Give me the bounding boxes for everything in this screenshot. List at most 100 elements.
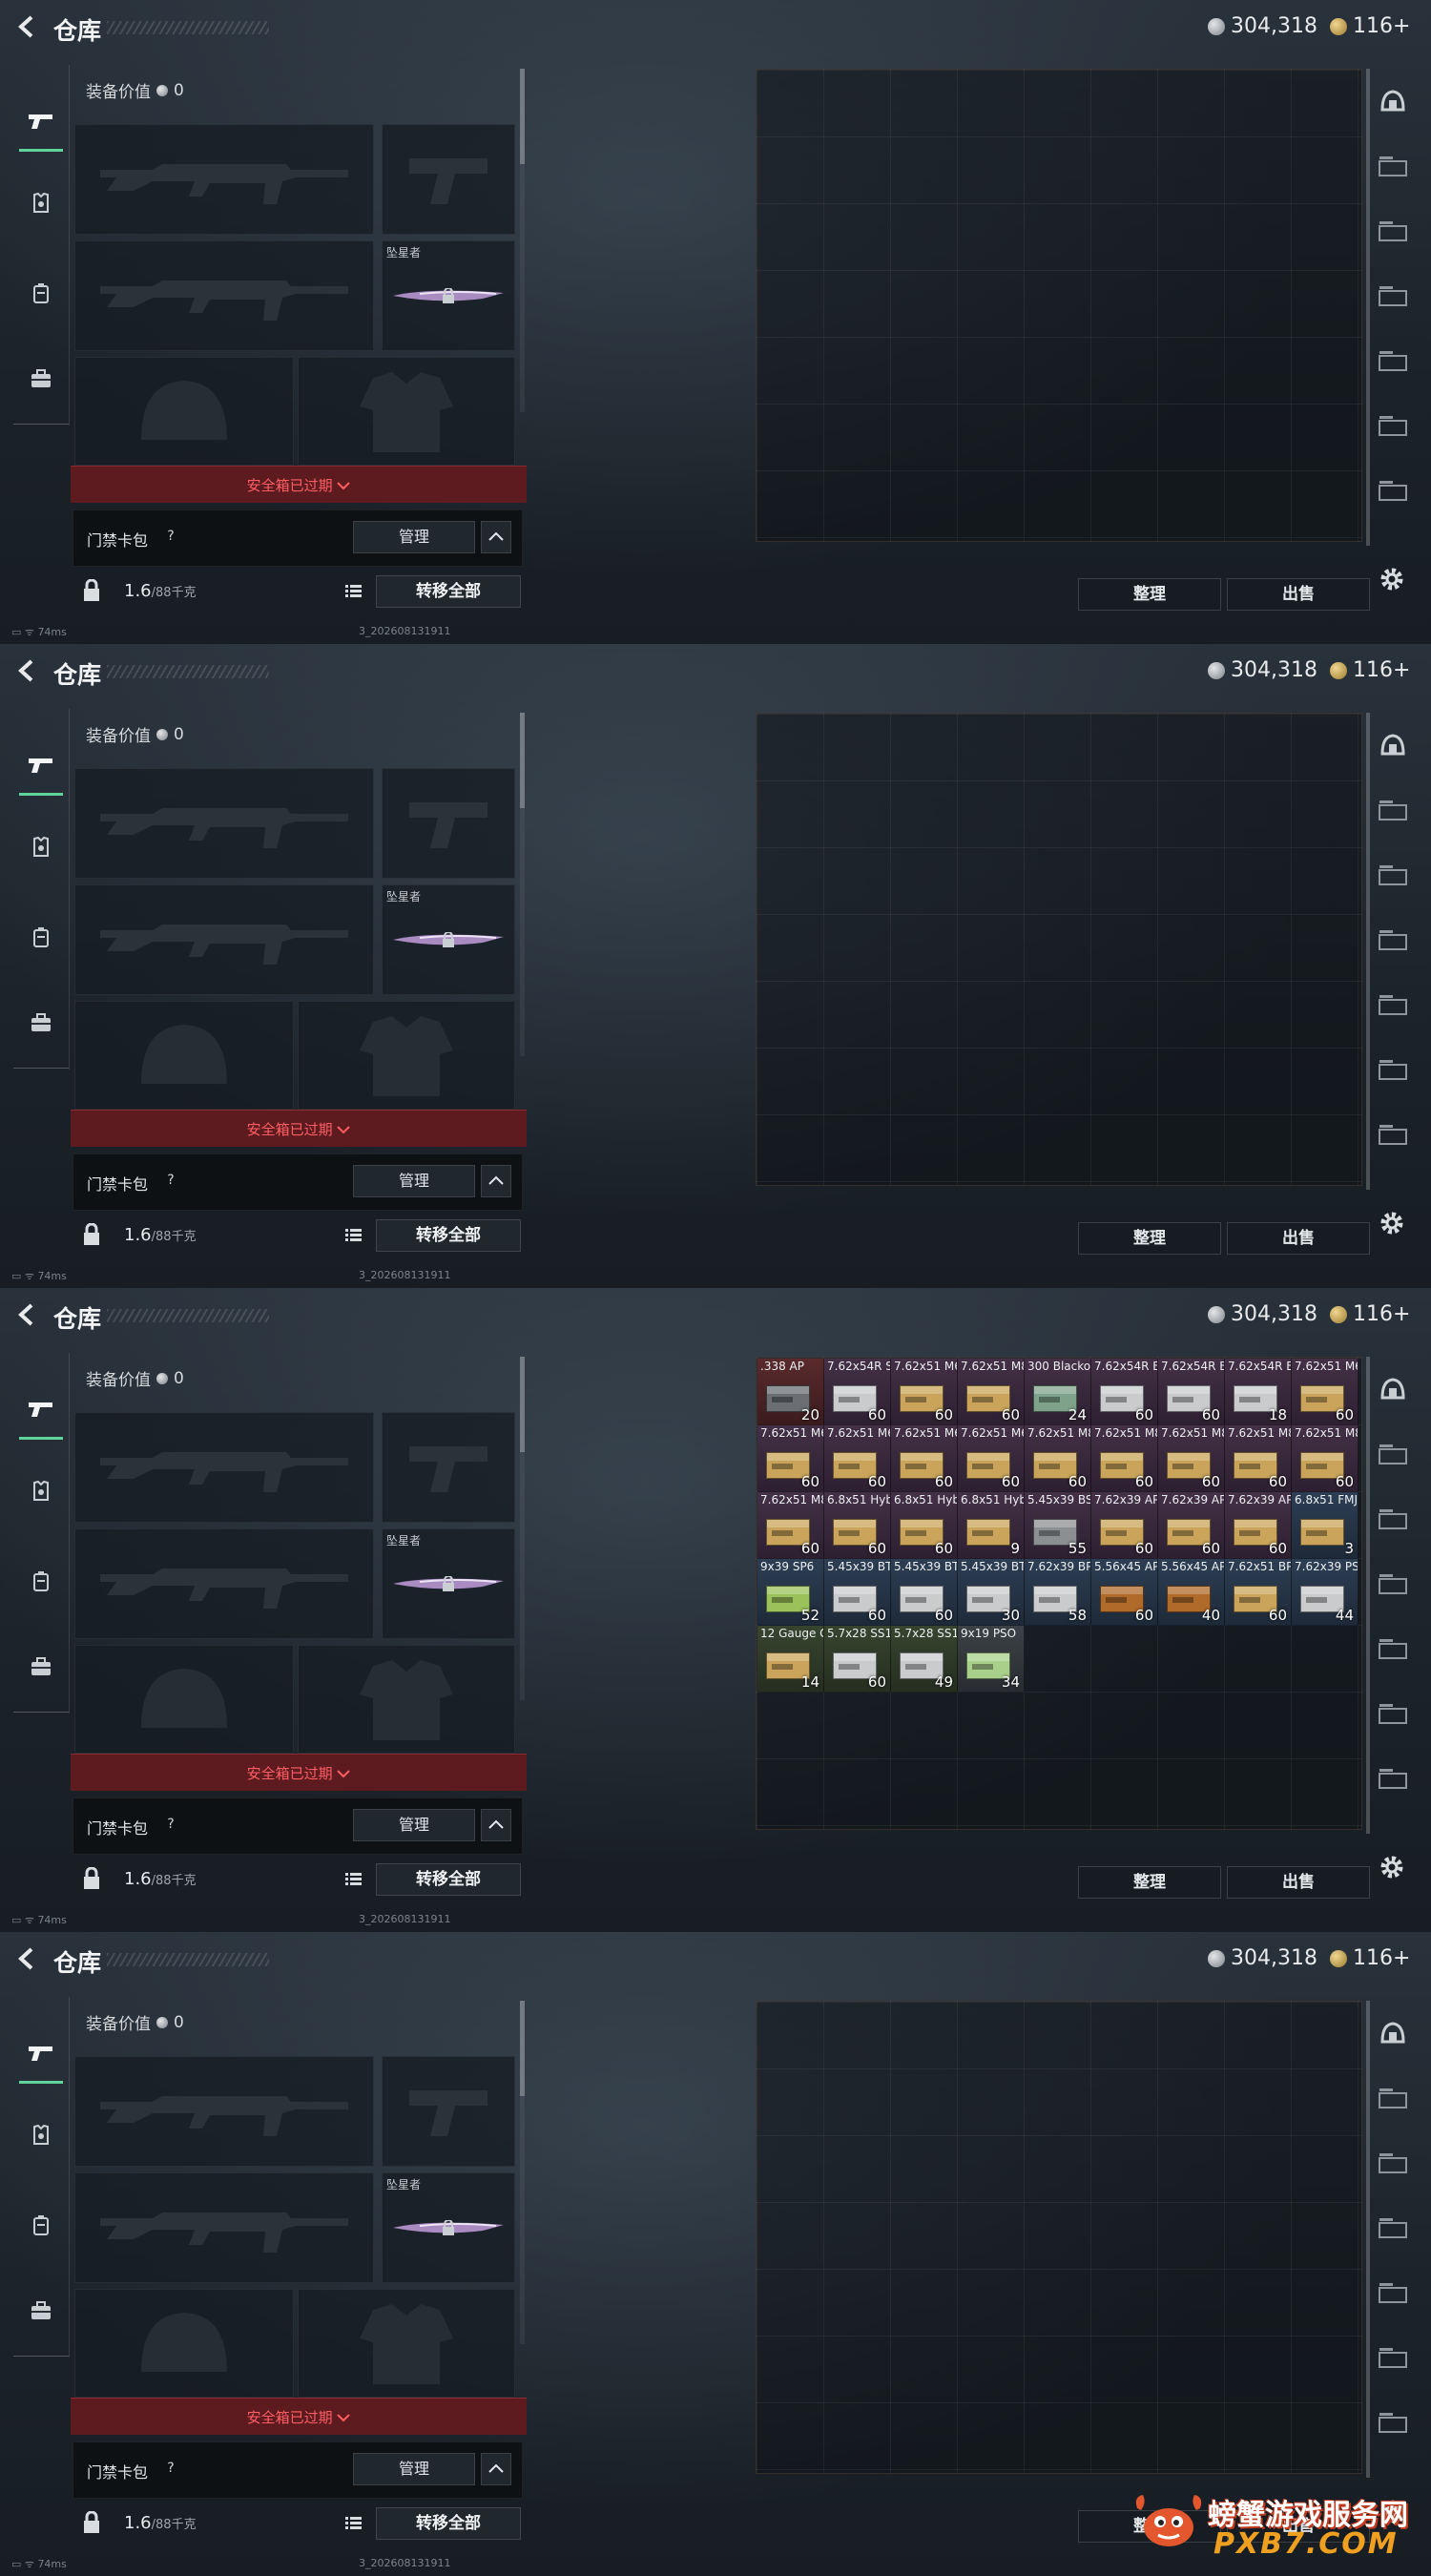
stash-tab-3[interactable]: [1374, 1565, 1412, 1603]
stash-tab-2[interactable]: [1374, 856, 1412, 894]
secondary-weapon-slot[interactable]: [74, 2172, 374, 2283]
ammo-item[interactable]: 300 Blackout 24: [1025, 1359, 1091, 1425]
ammo-item[interactable]: 7.62x51 M80 60: [1225, 1425, 1292, 1492]
settings-button[interactable]: [1378, 565, 1406, 597]
nav-item-briefcase[interactable]: [19, 1001, 63, 1045]
safe-box-expired-bar[interactable]: 安全箱已过期: [71, 1110, 527, 1147]
ammo-item[interactable]: 6.8x51 Hybrid 60: [824, 1492, 891, 1559]
safe-box-expired-bar[interactable]: 安全箱已过期: [71, 1754, 527, 1791]
manage-button[interactable]: 管理: [353, 1809, 475, 1841]
settings-button[interactable]: [1378, 1853, 1406, 1885]
stash-tab-5[interactable]: [1374, 406, 1412, 445]
ammo-item[interactable]: 7.62x51 M80 60: [1091, 1425, 1158, 1492]
stash-tab-helmet[interactable]: [1374, 726, 1412, 764]
stash-tab-5[interactable]: [1374, 1050, 1412, 1089]
stash-tab-1[interactable]: [1374, 1435, 1412, 1473]
primary-weapon-slot[interactable]: [74, 124, 374, 235]
back-button[interactable]: [13, 657, 40, 684]
gold-currency[interactable]: 116+: [1330, 1946, 1410, 1970]
scroll-thumb[interactable]: [520, 1357, 525, 1452]
body-armor-slot[interactable]: [298, 1645, 515, 1754]
sort-button[interactable]: 整理: [1078, 1866, 1221, 1899]
collapse-button[interactable]: [481, 521, 511, 553]
sidearm-slot[interactable]: [382, 2056, 515, 2167]
silver-currency[interactable]: 304,318: [1208, 658, 1317, 682]
settings-button[interactable]: [1378, 1209, 1406, 1241]
stash-tab-4[interactable]: [1374, 1630, 1412, 1668]
nav-item-armor[interactable]: [19, 1469, 63, 1513]
helmet-slot[interactable]: [74, 2289, 294, 2398]
sidearm-slot[interactable]: [382, 1412, 515, 1523]
ammo-item[interactable]: 5.45x39 BT 60: [824, 1559, 891, 1626]
ammo-item[interactable]: 7.62x51 M80 60: [1158, 1425, 1225, 1492]
back-button[interactable]: [13, 13, 40, 40]
ammo-item[interactable]: 9x39 SP6 52: [757, 1559, 824, 1626]
melee-slot[interactable]: 坠星者: [382, 884, 515, 995]
stash-tab-4[interactable]: [1374, 986, 1412, 1024]
list-view-button[interactable]: [340, 577, 366, 604]
stash-tab-1[interactable]: [1374, 147, 1412, 185]
equipment-scrollbar[interactable]: [520, 1357, 525, 1700]
sell-button[interactable]: 出售: [1227, 1222, 1370, 1255]
sidearm-slot[interactable]: [382, 768, 515, 879]
manage-button[interactable]: 管理: [353, 521, 475, 553]
stash-grid[interactable]: .338 AP207.62x54R SNB607.62x51 M62607.62…: [756, 1357, 1362, 1830]
nav-item-backpack[interactable]: [19, 2203, 63, 2247]
nav-item-backpack[interactable]: [19, 1559, 63, 1603]
nav-item-briefcase[interactable]: [19, 1645, 63, 1689]
melee-slot[interactable]: 坠星者: [382, 1528, 515, 1639]
transfer-all-button[interactable]: 转移全部: [376, 1219, 521, 1252]
stash-scrollbar[interactable]: [1366, 69, 1370, 546]
equipment-scrollbar[interactable]: [520, 69, 525, 412]
stash-tab-4[interactable]: [1374, 342, 1412, 380]
ammo-item[interactable]: 7.62x51 BPZ 60: [1225, 1559, 1292, 1626]
ammo-item[interactable]: 7.62x51 M80 60: [958, 1359, 1025, 1425]
stash-tab-6[interactable]: [1374, 471, 1412, 509]
secondary-weapon-slot[interactable]: [74, 240, 374, 351]
collapse-button[interactable]: [481, 2453, 511, 2485]
help-icon[interactable]: ?: [161, 527, 180, 546]
transfer-all-button[interactable]: 转移全部: [376, 1863, 521, 1896]
stash-scrollbar[interactable]: [1366, 713, 1370, 1190]
ammo-item[interactable]: 5.7x28 SS190 60: [824, 1626, 891, 1693]
nav-item-armor[interactable]: [19, 825, 63, 869]
primary-weapon-slot[interactable]: [74, 768, 374, 879]
stash-scrollbar[interactable]: [1366, 1357, 1370, 1834]
nav-item-weapons[interactable]: [19, 743, 63, 787]
ammo-item[interactable]: 7.62x39 AP 60: [1091, 1492, 1158, 1559]
gold-currency[interactable]: 116+: [1330, 658, 1410, 682]
nav-item-backpack[interactable]: [19, 915, 63, 959]
stash-tab-3[interactable]: [1374, 2209, 1412, 2247]
manage-button[interactable]: 管理: [353, 2453, 475, 2485]
ammo-item[interactable]: 7.62x39 AP 60: [1158, 1492, 1225, 1559]
secondary-weapon-slot[interactable]: [74, 884, 374, 995]
ammo-item[interactable]: 7.62x39 AP 60: [1225, 1492, 1292, 1559]
back-button[interactable]: [13, 1301, 40, 1328]
stash-tab-6[interactable]: [1374, 1115, 1412, 1153]
help-icon[interactable]: ?: [161, 1815, 180, 1834]
body-armor-slot[interactable]: [298, 357, 515, 466]
stash-grid[interactable]: [756, 2001, 1362, 2474]
stash-grid[interactable]: [756, 713, 1362, 1186]
transfer-all-button[interactable]: 转移全部: [376, 2507, 521, 2540]
primary-weapon-slot[interactable]: [74, 2056, 374, 2167]
melee-slot[interactable]: 坠星者: [382, 240, 515, 351]
stash-tab-2[interactable]: [1374, 1500, 1412, 1538]
ammo-item[interactable]: 5.45x39 BT 60: [891, 1559, 958, 1626]
ammo-item[interactable]: 6.8x51 Hybrid 9: [958, 1492, 1025, 1559]
nav-item-weapons[interactable]: [19, 99, 63, 143]
safe-box-expired-bar[interactable]: 安全箱已过期: [71, 2398, 527, 2435]
list-view-button[interactable]: [340, 1865, 366, 1892]
list-view-button[interactable]: [340, 1221, 366, 1248]
ammo-item[interactable]: 6.8x51 Hybrid 60: [891, 1492, 958, 1559]
secondary-weapon-slot[interactable]: [74, 1528, 374, 1639]
equipment-scrollbar[interactable]: [520, 2001, 525, 2344]
ammo-item[interactable]: 9x19 PSO 34: [958, 1626, 1025, 1693]
ammo-item[interactable]: 7.62x39 PS 44: [1292, 1559, 1358, 1626]
ammo-item[interactable]: 7.62x51 M62 60: [824, 1425, 891, 1492]
stash-tab-helmet[interactable]: [1374, 1370, 1412, 1408]
ammo-item[interactable]: 7.62x54R BS 60: [1158, 1359, 1225, 1425]
scroll-thumb[interactable]: [520, 713, 525, 808]
ammo-item[interactable]: 7.62x51 M62 60: [891, 1425, 958, 1492]
stash-tab-helmet[interactable]: [1374, 82, 1412, 120]
